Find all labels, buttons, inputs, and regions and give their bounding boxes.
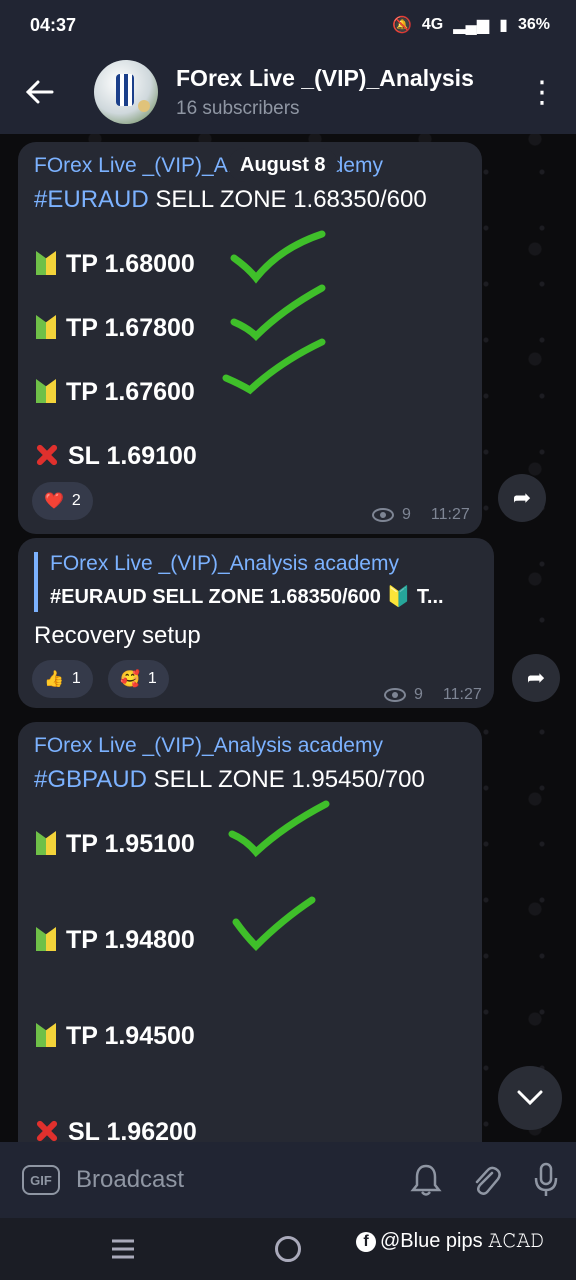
share-button[interactable]: ➦ (498, 474, 546, 522)
anger-icon (34, 1118, 60, 1142)
message-bubble[interactable]: FOrex Live _(VIP)_Analysis academy #EURA… (18, 538, 494, 708)
quote-text: #EURAUD SELL ZONE 1.68350/600 🔰 T... (50, 586, 444, 608)
hashtag-link[interactable]: #EURAUD (34, 186, 149, 213)
status-time: 04:37 (30, 14, 77, 35)
reaction-count: 1 (147, 670, 157, 687)
channel-title: FOrex Live _(VIP)_Analysis (176, 64, 474, 91)
beginner-leaf-icon (36, 379, 56, 403)
scroll-down-button[interactable] (498, 1066, 562, 1130)
subscriber-count: 16 subscribers (176, 97, 300, 119)
bell-icon[interactable] (396, 1163, 456, 1197)
message-meta: 9 11:27 (384, 686, 482, 704)
beginner-leaf-icon (36, 927, 56, 951)
battery-icon: ▮ (499, 17, 508, 34)
check-mark-icon (230, 230, 326, 284)
beginner-leaf-icon (36, 831, 56, 855)
channel-info[interactable]: FOrex Live _(VIP)_Analysis 16 subscriber… (176, 65, 522, 120)
message-time: 11:27 (442, 686, 482, 703)
check-mark-icon (228, 800, 330, 858)
message-text: Recovery setup (34, 622, 201, 649)
reaction-count: 2 (71, 492, 81, 509)
status-icons: 🔕 4G ▂▄▆ ▮ 36% (392, 15, 550, 35)
broadcast-input[interactable]: Broadcast (76, 1166, 396, 1194)
chat-header: FOrex Live _(VIP)_Analysis 16 subscriber… (0, 50, 576, 134)
tp-line: TP 1.94500 (36, 1022, 195, 1051)
tp-line: TP 1.94800 (36, 926, 195, 955)
microphone-icon[interactable] (516, 1162, 576, 1198)
check-mark-icon (222, 338, 326, 395)
tp-line: TP 1.67600 (36, 378, 195, 407)
beginner-leaf-icon (36, 251, 56, 275)
facebook-icon: f (356, 1231, 376, 1252)
back-arrow-icon[interactable] (0, 50, 80, 134)
tp-line: TP 1.68000 (36, 250, 195, 279)
tp-line: TP 1.67800 (36, 314, 195, 343)
message-meta: 9 11:27 (372, 506, 470, 524)
signal-icon: ▂▄▆ (453, 17, 490, 34)
message-bubble[interactable]: FOrex Live _(VIP)_Analysis academy #GBPA… (18, 722, 482, 1142)
view-count: 9 (414, 686, 423, 703)
battery-level: 36% (517, 16, 550, 33)
attach-icon[interactable] (456, 1163, 516, 1197)
date-chip: August 8 (228, 148, 338, 182)
share-button[interactable]: ➦ (512, 654, 560, 702)
channel-avatar[interactable] (94, 60, 158, 124)
anger-icon (34, 442, 60, 468)
gif-button[interactable]: GIF (22, 1165, 60, 1195)
tp-line: TP 1.95100 (36, 830, 195, 859)
more-options-icon[interactable]: ⋮ (522, 75, 562, 110)
sl-line: SL 1.69100 (34, 442, 197, 471)
view-count: 9 (402, 506, 411, 523)
check-mark-icon (230, 284, 326, 341)
watermark: f @Blue pips 𝙰𝙲𝙰𝙳 (356, 1230, 545, 1253)
chat-area: FOrex Live _(VIP)_Analysis academy #EURA… (0, 134, 576, 1142)
sl-line: SL 1.96200 (34, 1118, 197, 1142)
message-bubble[interactable]: FOrex Live _(VIP)_Analysis academy #EURA… (18, 142, 482, 534)
quote-sender: FOrex Live _(VIP)_Analysis academy (50, 552, 399, 575)
hashtag-link[interactable]: #GBPAUD (34, 766, 147, 793)
recent-apps-icon[interactable] (110, 1238, 136, 1265)
thumbs-up-icon: 👍 (44, 671, 64, 688)
signal-headline: #EURAUD SELL ZONE 1.68350/600 (34, 186, 427, 213)
eye-icon (384, 688, 406, 702)
reaction-thumbs-up[interactable]: 👍 1 (32, 660, 93, 698)
status-bar: 04:37 🔕 4G ▂▄▆ ▮ 36% (0, 0, 576, 50)
reaction-smiling-hearts[interactable]: 🥰 1 (108, 660, 169, 698)
message-sender: FOrex Live _(VIP)_Analysis academy (34, 734, 383, 757)
beginner-leaf-icon (36, 1023, 56, 1047)
mute-icon: 🔕 (391, 17, 412, 34)
check-mark-icon (232, 896, 316, 951)
watermark-text: @Blue pips 𝙰𝙲𝙰𝙳 (380, 1230, 545, 1252)
reaction-heart[interactable]: ❤️ 2 (32, 482, 93, 520)
input-bar: GIF Broadcast (0, 1142, 576, 1218)
home-icon[interactable] (275, 1236, 301, 1262)
smiling-hearts-icon: 🥰 (120, 671, 140, 688)
message-time: 11:27 (430, 506, 470, 523)
reaction-count: 1 (71, 670, 81, 687)
signal-headline: #GBPAUD SELL ZONE 1.95450/700 (34, 766, 425, 793)
network-label: 4G (421, 16, 444, 33)
beginner-leaf-icon (36, 315, 56, 339)
heart-icon: ❤️ (44, 493, 64, 510)
eye-icon (372, 508, 394, 522)
reply-quote[interactable]: FOrex Live _(VIP)_Analysis academy #EURA… (34, 552, 444, 612)
